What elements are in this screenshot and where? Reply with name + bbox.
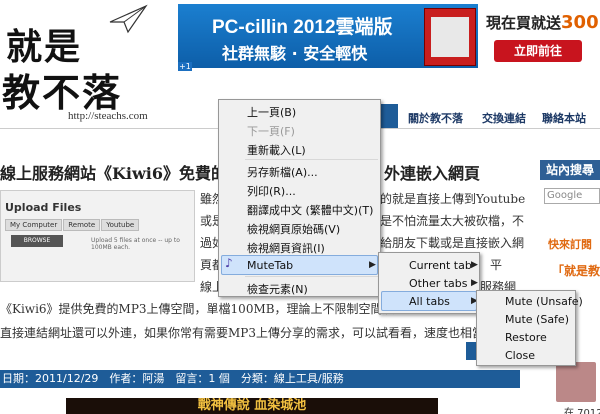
menu-save-as[interactable]: 另存新檔(A)... (247, 164, 318, 180)
menu-all-tabs[interactable]: All tabs (409, 295, 450, 308)
article-title-end[interactable]: 外連嵌入網頁 (384, 160, 480, 184)
menu-page-info[interactable]: 檢視網頁資訊(I) (247, 240, 325, 256)
menu-view-source[interactable]: 檢視網頁原始碼(V) (247, 221, 340, 237)
ad-title: PC-cillin 2012雲端版 (212, 17, 393, 38)
menu-mute-unsafe[interactable]: Mute (Unsafe) (505, 295, 583, 308)
mutetab-submenu: Current tab ▶ Other tabs ▶ All tabs ▶ (378, 252, 480, 314)
plus-one-badge[interactable]: +1 (178, 62, 192, 71)
context-menu: 上一頁(B) 下一頁(F) 重新載入(L) 另存新檔(A)... 列印(R)..… (218, 99, 381, 297)
menu-back[interactable]: 上一頁(B) (247, 104, 296, 120)
menu-separator (245, 276, 378, 277)
menu-highlight (221, 255, 378, 275)
body-text: 平 (490, 258, 503, 272)
menu-forward[interactable]: 下一頁(F) (247, 123, 295, 139)
upload-tab: Remote (63, 219, 101, 231)
upload-tab: Youtube (101, 219, 140, 231)
post-meta-bar: 日期：2011/12/29 作者：阿湯 留言：1 個 分類：線上工具/服務 (0, 370, 520, 388)
menu-inspect[interactable]: 檢查元素(N) (247, 281, 308, 297)
game-ad-banner[interactable]: 戰神傳說 血染城池 (66, 398, 438, 414)
logo-url: http://steachs.com (68, 110, 148, 122)
ad-promo-panel: 現在買就送300 立即前往 (478, 4, 600, 68)
product-box-image (424, 8, 476, 66)
menu-restore[interactable]: Restore (505, 331, 547, 344)
browse-button: BROWSE (11, 235, 63, 247)
subscribe-text: 快來訂閱 (548, 238, 592, 251)
menu-other-tabs[interactable]: Other tabs (409, 277, 468, 290)
visitor-count: 在 7012 個 (564, 408, 600, 414)
submenu-arrow-icon: ▶ (471, 260, 478, 270)
body-text: 的就是直接上傳到Youtube (380, 192, 526, 206)
body-text: 是不怕流量太大被砍檔，不 (380, 214, 525, 228)
pc-cillin-ad-banner[interactable]: PC-cillin 2012雲端版 社群無駭 · 安全輕快 現在買就送300 立… (178, 4, 600, 68)
music-note-icon: ♪ (225, 256, 233, 270)
paper-plane-icon (109, 4, 148, 34)
article-title[interactable]: 線上服務網站《Kiwi6》免費的 (0, 160, 227, 184)
nav-contact[interactable]: 聯絡本站 (542, 110, 586, 126)
all-tabs-submenu: Mute (Unsafe) Mute (Safe) Restore Close (476, 290, 583, 366)
menu-close[interactable]: Close (505, 349, 535, 362)
upload-note: Upload 5 files at once -- up to 100MB ea… (91, 237, 180, 251)
site-logo[interactable]: 就是 教不落 http://steachs.com (0, 0, 170, 125)
menu-print[interactable]: 列印(R)... (247, 183, 296, 199)
menu-reload[interactable]: 重新載入(L) (247, 142, 306, 158)
ad-go-button[interactable]: 立即前往 (494, 40, 582, 62)
upload-tabs: My Computer Remote Youtube (5, 219, 140, 231)
nav-active-tab[interactable] (380, 104, 398, 128)
body-text: 給朋友下載或是直接嵌入網 (380, 236, 525, 250)
menu-mute-safe[interactable]: Mute (Safe) (505, 313, 569, 326)
submenu-arrow-icon: ▶ (369, 260, 376, 270)
menu-mutetab[interactable]: MuteTab (247, 259, 293, 272)
ad-subtitle: 社群無駭 · 安全輕快 (222, 44, 368, 63)
menu-current-tab[interactable]: Current tab (409, 259, 472, 272)
google-search-input[interactable]: Google (544, 188, 600, 204)
upload-screenshot: Upload Files My Computer Remote Youtube BR… (0, 190, 195, 282)
menu-separator (245, 159, 378, 160)
menu-translate[interactable]: 翻譯成中文 (繁體中文)(T) (247, 202, 373, 218)
ad-promo-text: 現在買就送300 (486, 12, 599, 33)
ad-promo-amount: 300 (561, 12, 599, 33)
logo-text-line2: 教不落 (2, 70, 123, 115)
article-paragraph: 《Kiwi6》提供免費的MP3上傳空間，單檔100MB，理論上不限制空間及 (0, 302, 395, 316)
upload-tab: My Computer (5, 219, 63, 231)
upload-heading: Upload Files (5, 201, 82, 214)
nav-about[interactable]: 關於教不落 (408, 110, 463, 126)
author-avatar[interactable] (556, 362, 596, 402)
article-paragraph: 直接連結網址還可以外連，如果你常有需要MP3上傳分享的需求，可以試看看，速度也相… (0, 326, 496, 340)
sidebar-search-heading: 站內搜尋 (540, 160, 600, 180)
submenu-arrow-icon: ▶ (471, 278, 478, 288)
nav-link-exchange[interactable]: 交換連結 (482, 110, 526, 126)
subscribe-text-2: 「就是教 (552, 264, 600, 278)
